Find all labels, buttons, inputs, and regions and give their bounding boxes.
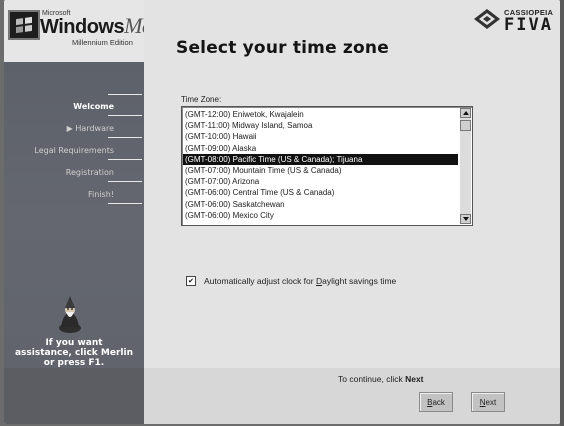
time-zone-option[interactable]: (GMT-09:00) Alaska (183, 143, 458, 154)
cassiopeia-logo: CASSIOPEIA FIVA (470, 6, 560, 35)
checkmark-icon: ✔ (188, 277, 194, 285)
sidebar-item-welcome: Welcome (73, 102, 114, 111)
main-panel: CASSIOPEIA FIVA Select your time zone Ti… (144, 0, 560, 368)
time-zone-label: Time Zone: (181, 95, 222, 104)
windows-wordmark: WindowsMe (40, 13, 152, 38)
time-zone-option[interactable]: (GMT-07:00) Mountain Time (US & Canada) (183, 165, 458, 176)
scroll-thumb[interactable] (460, 120, 471, 131)
nav-divider (108, 203, 142, 204)
time-zone-option[interactable]: (GMT-11:00) Midway Island, Samoa (183, 120, 458, 131)
time-zone-option[interactable]: (GMT-06:00) Central Time (US & Canada) (183, 187, 458, 198)
windows-flag-icon (8, 10, 40, 40)
scroll-up-button[interactable] (460, 108, 471, 118)
merlin-wizard-icon[interactable] (55, 294, 85, 334)
back-button[interactable]: Back (419, 392, 453, 412)
nav-divider (108, 137, 142, 138)
scrollbar[interactable] (460, 108, 471, 224)
nav-divider (108, 159, 142, 160)
arrow-down-icon (462, 217, 469, 221)
setup-window: Microsoft WindowsMe Millennium Edition W… (4, 0, 560, 424)
sidebar-item-finish: Finish! (88, 190, 114, 199)
nav-divider (108, 94, 142, 95)
time-zone-option[interactable]: (GMT-07:00) Arizona (183, 176, 458, 187)
page-title: Select your time zone (176, 38, 389, 58)
time-zone-option[interactable]: (GMT-12:00) Eniwetok, Kwajalein (183, 109, 458, 120)
time-zone-option[interactable]: (GMT-08:00) Pacific Time (US & Canada); … (183, 153, 458, 165)
daylight-savings-checkbox[interactable]: ✔ (186, 276, 196, 286)
sidebar-footer (4, 368, 144, 424)
sidebar-item-legal: Legal Requirements (34, 146, 114, 155)
wizard-footer: To continue, click Next Back Next (144, 368, 560, 424)
time-zone-option[interactable]: (GMT-06:00) Saskatchewan (183, 199, 458, 210)
daylight-savings-option[interactable]: ✔ Automatically adjust clock for Dayligh… (186, 276, 396, 286)
continue-instruction: To continue, click Next (338, 374, 424, 384)
edition-label: Millennium Edition (72, 38, 133, 47)
time-zone-list[interactable]: (GMT-12:00) Eniwetok, Kwajalein (GMT-11:0… (181, 106, 473, 226)
nav-divider (108, 181, 142, 182)
next-button[interactable]: Next (471, 392, 505, 412)
sidebar-item-registration: Registration (65, 168, 114, 177)
arrow-up-icon (462, 111, 469, 115)
scroll-down-button[interactable] (460, 214, 471, 224)
daylight-savings-label[interactable]: Automatically adjust clock for Daylight … (204, 276, 396, 286)
monitor-bezel (560, 0, 564, 426)
windows-me-logo: Microsoft WindowsMe Millennium Edition (4, 0, 152, 62)
time-zone-option[interactable]: (GMT-06:00) Mexico City (183, 210, 458, 221)
sidebar-item-hardware: ▶ Hardware (66, 124, 114, 133)
cassiopeia-logo-icon (474, 9, 500, 29)
help-text: If you want assistance, click Merlin or … (14, 338, 134, 368)
time-zone-option[interactable]: (GMT-10:00) Hawaii (183, 131, 458, 142)
nav-divider (108, 115, 142, 116)
